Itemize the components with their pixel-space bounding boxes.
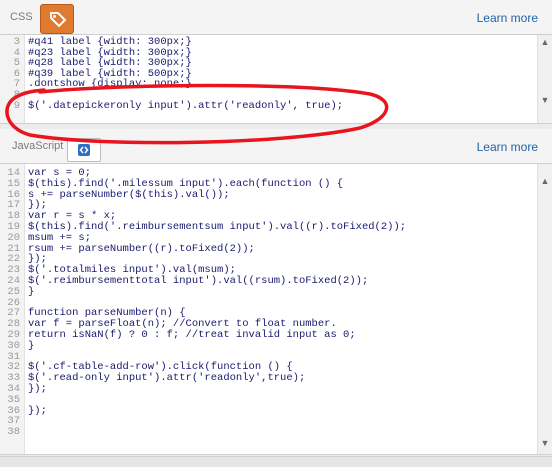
css-learn-more-link[interactable]: Learn more [477, 11, 538, 25]
code-text: $('.datepickeronly input').attr('readonl… [28, 99, 344, 112]
js-tab-button[interactable] [67, 138, 101, 162]
code-text: }); [28, 383, 47, 395]
css-scroll-up-arrow[interactable]: ▲ [538, 37, 552, 47]
js-scroll-down-arrow[interactable]: ▼ [538, 438, 552, 448]
code-brackets-icon [78, 144, 90, 156]
code-text: }); [28, 404, 47, 417]
js-panel-label: JavaScript [12, 140, 64, 152]
js-learn-more-link[interactable]: Learn more [477, 140, 538, 154]
css-tab-button[interactable] [40, 4, 74, 34]
code-text: .dontshow {display: none;} [28, 78, 192, 91]
code-text: $('.reimbursementtotal input').val((rsum… [28, 275, 369, 287]
line-number: 9 [13, 99, 20, 112]
line-number: 38 [7, 426, 20, 439]
code-text: rsum += parseNumber((r).toFixed(2)); [28, 242, 255, 255]
js-scroll-up-arrow[interactable]: ▲ [538, 176, 552, 186]
code-text: } [28, 285, 35, 298]
css-vertical-scrollbar[interactable]: ▲ ▼ [537, 35, 552, 123]
css-code-editor[interactable]: 3 #q41 label {width: 300px;} 4 #q23 label {… [0, 35, 552, 124]
css-panel-label: CSS [10, 11, 33, 23]
code-text: s += parseNumber($(this).val()); [28, 188, 230, 201]
code-text: } [28, 339, 35, 352]
tag-icon [50, 12, 67, 28]
code-text: return isNaN(f) ? 0 : f; //treat invalid… [28, 329, 356, 341]
js-code-editor[interactable]: 14 var s = 0; 15 $(this).find('.milessum in… [0, 164, 552, 455]
horizontal-scrollbar[interactable] [0, 456, 552, 467]
js-vertical-scrollbar[interactable]: ▲ ▼ [537, 164, 552, 454]
css-scroll-down-arrow[interactable]: ▼ [538, 95, 552, 105]
css-panel-header: CSS Learn more [0, 0, 552, 35]
panel-resize-handle[interactable] [270, 124, 286, 137]
code-text: $('.read-only input').attr('readonly',tr… [28, 372, 306, 385]
